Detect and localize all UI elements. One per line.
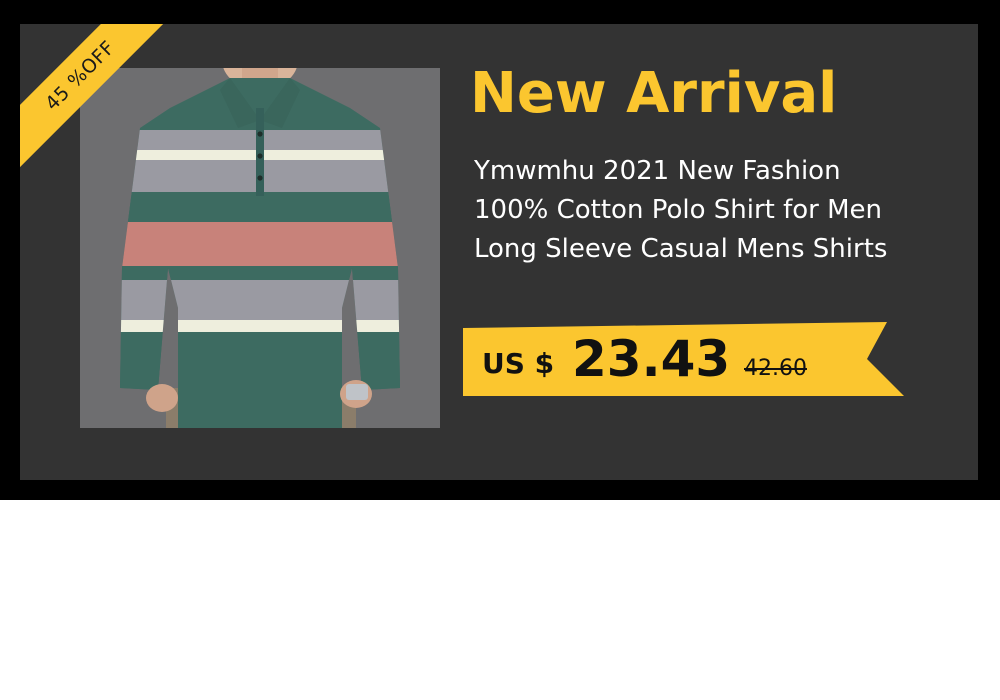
headline: New Arrival xyxy=(470,61,838,126)
product-title-line-3: Long Sleeve Casual Mens Shirts xyxy=(474,234,888,264)
striped-polo-shirt-photo xyxy=(80,68,440,428)
price-currency: US $ xyxy=(482,347,555,380)
price-tag: US $ 23.43 42.60 xyxy=(463,322,904,396)
banner-panel: 45 %OFF New Arrival Ymwmhu 2021 New Fash… xyxy=(20,24,978,480)
product-title-line-1: Ymwmhu 2021 New Fashion xyxy=(474,156,841,186)
price-current: 23.43 xyxy=(572,330,731,388)
price-original: 42.60 xyxy=(744,356,807,381)
product-title-line-2: 100% Cotton Polo Shirt for Men xyxy=(474,195,883,225)
product-banner[interactable]: 45 %OFF New Arrival Ymwmhu 2021 New Fash… xyxy=(0,0,1000,500)
product-image[interactable] xyxy=(80,68,440,428)
product-title[interactable]: Ymwmhu 2021 New Fashion 100% Cotton Polo… xyxy=(474,152,944,269)
